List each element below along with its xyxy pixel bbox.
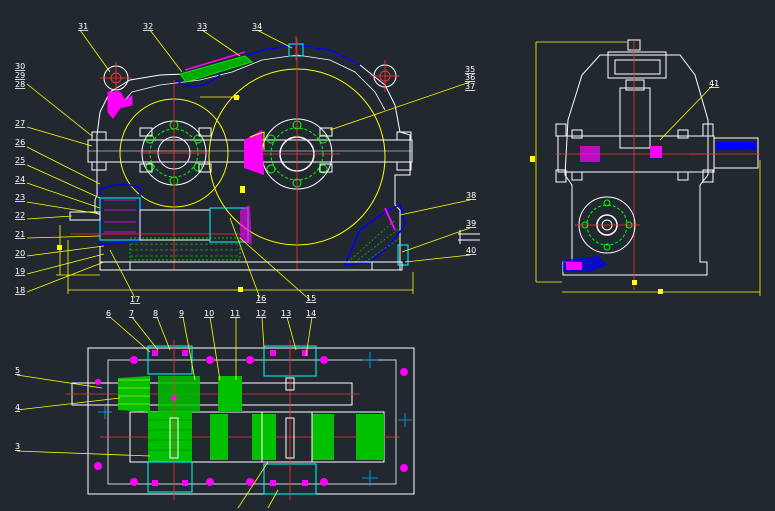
- label-18: 18: [15, 286, 25, 295]
- label-41: 41: [709, 79, 719, 88]
- label-13: 13: [281, 309, 291, 318]
- label-19: 19: [15, 267, 25, 276]
- label-20: 20: [15, 249, 25, 258]
- label-37: 37: [465, 82, 475, 91]
- side-column: [619, 87, 651, 149]
- label-8: 8: [153, 309, 158, 318]
- pinion-gear: [118, 376, 150, 412]
- label-34: 34: [252, 22, 262, 31]
- front-view: [26, 29, 471, 301]
- oil-dipstick: [343, 203, 406, 266]
- label-22: 22: [15, 211, 25, 220]
- label-25: 25: [15, 156, 25, 165]
- label-26: 26: [15, 138, 25, 147]
- label-7: 7: [129, 309, 134, 318]
- label-32: 32: [143, 22, 153, 31]
- label-36: 36: [465, 73, 475, 82]
- label-6: 6: [106, 309, 111, 318]
- label-28: 28: [15, 80, 25, 89]
- oil-bath: [129, 237, 241, 261]
- side-view: [530, 39, 761, 296]
- label-33: 33: [197, 22, 207, 31]
- plan-view: [16, 316, 415, 509]
- label-9: 9: [179, 309, 184, 318]
- label-17: 17: [130, 295, 140, 304]
- magenta-tooth-block: [244, 130, 264, 175]
- label-10: 10: [204, 309, 214, 318]
- label-23: 23: [15, 193, 25, 202]
- shaft-end-marker: [458, 230, 480, 244]
- cad-drawing-canvas[interactable]: 31 32 33 34 35 36 37 30 29 28 27 26 25 2…: [0, 0, 775, 511]
- label-29: 29: [15, 71, 25, 80]
- shaft-section: [139, 209, 211, 241]
- label-39: 39: [466, 219, 476, 228]
- bearing-cap-section: [99, 183, 141, 246]
- label-14: 14: [306, 309, 316, 318]
- label-31: 31: [78, 22, 88, 31]
- label-3: 3: [15, 442, 20, 451]
- label-21: 21: [15, 230, 25, 239]
- label-5: 5: [15, 366, 20, 375]
- label-27: 27: [15, 119, 25, 128]
- label-38: 38: [466, 191, 476, 200]
- front-dimensions: [56, 96, 414, 294]
- label-12: 12: [256, 309, 266, 318]
- label-4: 4: [15, 403, 20, 412]
- label-16: 16: [256, 294, 266, 303]
- side-dimensions: [535, 41, 761, 296]
- label-15: 15: [306, 294, 316, 303]
- label-30: 30: [15, 62, 25, 71]
- label-40: 40: [466, 246, 476, 255]
- label-24: 24: [15, 175, 25, 184]
- label-11: 11: [230, 309, 240, 318]
